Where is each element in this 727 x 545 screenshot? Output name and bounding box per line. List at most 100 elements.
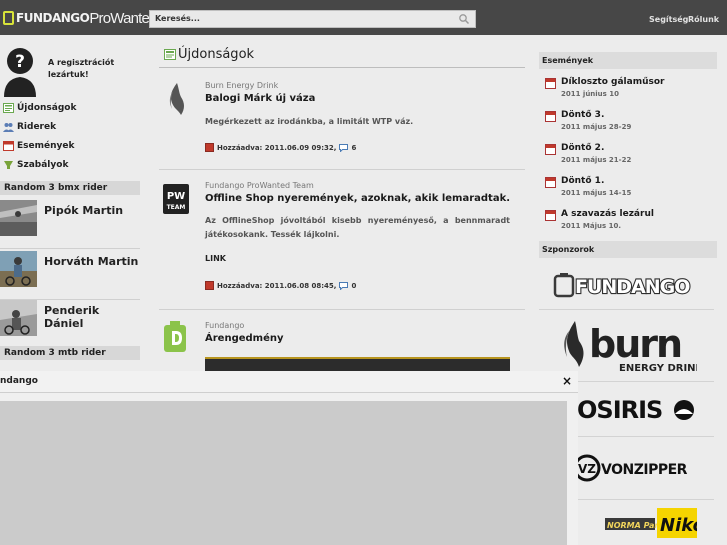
rider-item[interactable]: Penderik Dániel: [0, 300, 140, 349]
event-title[interactable]: A szavazás lezárul: [561, 209, 654, 219]
event-date: 2011 május 28-29: [561, 123, 632, 131]
news-text: Megérkezett az irodánkba, a limitált WTP…: [205, 117, 414, 126]
sponsor-fundango[interactable]: FUNDANGO: [539, 261, 714, 310]
nav-item-rules[interactable]: Szabályok: [3, 155, 76, 174]
pw-icon-text: PW: [167, 191, 185, 202]
calendar-icon: [545, 210, 556, 221]
rider-photo: [0, 251, 37, 287]
news-link[interactable]: LINK: [205, 254, 226, 263]
event-item[interactable]: Döntő 2. 2011 május 21-22: [545, 143, 710, 173]
calendar-icon: [545, 144, 556, 155]
top-bar: FUNDANGO ProWanted Keresés... Segítség R…: [0, 0, 727, 35]
svg-text:VZ: VZ: [578, 462, 596, 476]
event-title[interactable]: Döntő 1.: [561, 176, 604, 186]
calendar-icon: [545, 78, 556, 89]
event-date: 2011 május 21-22: [561, 156, 632, 164]
close-icon[interactable]: ×: [562, 374, 572, 388]
burn-logo-subtext: ENERGY DRINK: [619, 363, 697, 374]
modal-window: ndango ×: [0, 371, 578, 545]
nav-item-events[interactable]: Események: [3, 136, 76, 155]
mtb-riders-header: Random 3 mtb rider: [0, 346, 140, 360]
registration-notice: ? A regisztrációt lezártuk!: [0, 42, 140, 102]
event-item[interactable]: A szavazás lezárul 2011 Május 10.: [545, 209, 710, 239]
calendar-icon: [545, 177, 556, 188]
main-content: Újdonságok Burn Energy Drink Balogi Márk…: [149, 35, 529, 375]
events-header: Események: [539, 52, 717, 69]
news-item: Burn Energy Drink Balogi Márk új váza Me…: [159, 81, 525, 181]
search-icon[interactable]: [458, 13, 470, 25]
sponsors-header: Szponzorok: [539, 241, 717, 258]
burn-energy-drink-logo: burn ENERGY DRINK: [563, 320, 697, 374]
comment-count[interactable]: 0: [351, 282, 356, 290]
news-date: Hozzáadva: 2011.06.08 08:45,: [217, 281, 337, 290]
event-title[interactable]: Döntő 3.: [561, 110, 604, 120]
nav-item-news[interactable]: Újdonságok: [3, 98, 76, 117]
fundango-prowanted-logo[interactable]: FUNDANGO ProWanted: [3, 9, 157, 27]
about-link[interactable]: Rólunk: [688, 15, 719, 24]
rider-name[interactable]: Pipók Martin: [44, 204, 123, 217]
event-title[interactable]: Díkloszto gálaműsor: [561, 77, 664, 87]
news-meta: Hozzáadva: 2011.06.08 08:45, 0: [205, 281, 356, 290]
users-icon: [3, 122, 14, 132]
event-item[interactable]: Díkloszto gálaműsor 2011 június 10: [545, 77, 710, 107]
event-item[interactable]: Döntő 1. 2011 május 14-15: [545, 176, 710, 206]
rider-name[interactable]: Horváth Martin: [44, 255, 138, 268]
news-item: PW TEAM Fundango ProWanted Team Offline …: [159, 181, 525, 311]
rider-item[interactable]: Pipók Martin: [0, 200, 140, 249]
rider-photo: [0, 300, 37, 336]
help-link[interactable]: Segítség: [649, 15, 688, 24]
news-text: Az OfflineShop jóvoltából kisebb nyeremé…: [205, 216, 510, 239]
news-icon: [164, 49, 176, 60]
news-meta: Hozzáadva: 2011.06.09 09:32, 6: [205, 143, 356, 152]
logo-bold-text: FUNDANGO: [16, 11, 90, 25]
news-title[interactable]: Balogi Márk új váza: [205, 93, 315, 104]
date-icon: [205, 143, 214, 152]
search-placeholder: Keresés...: [155, 14, 200, 23]
divider: [159, 67, 525, 68]
burn-logo-text: burn: [589, 322, 681, 366]
modal-title: ndango: [0, 376, 38, 386]
nav-label-events: Események: [17, 140, 75, 151]
registration-message: A regisztrációt lezártuk!: [48, 58, 115, 79]
nav-item-riders[interactable]: Riderek: [3, 117, 76, 136]
news-source: Burn Energy Drink: [205, 81, 279, 90]
event-date: 2011 június 10: [561, 90, 620, 98]
fundango-logo-icon: [3, 11, 14, 25]
event-date: 2011 Május 10.: [561, 222, 621, 230]
comment-count[interactable]: 6: [351, 144, 356, 152]
event-item[interactable]: Döntő 3. 2011 május 28-29: [545, 110, 710, 140]
date-icon: [205, 281, 214, 290]
nav-label-riders: Riderek: [17, 121, 57, 132]
calendar-icon: [545, 111, 556, 122]
rules-icon: [4, 160, 13, 169]
nav-label-news: Újdonságok: [17, 102, 77, 113]
fundango-d-icon: [164, 321, 186, 352]
vonzipper-logo-text: VONZIPPER: [601, 462, 688, 478]
user-question-icon: ?: [4, 48, 36, 97]
news-title[interactable]: Offline Shop nyeremények, azoknak, akik …: [205, 193, 510, 204]
fundango-logo: FUNDANGO: [553, 273, 692, 298]
bmx-riders-header: Random 3 bmx rider: [0, 181, 140, 195]
news-title[interactable]: Árengedmény: [205, 333, 284, 344]
rider-item[interactable]: Horváth Martin: [0, 251, 140, 300]
osiris-logo-text: OSIRIS: [577, 396, 662, 424]
search-input[interactable]: Keresés...: [149, 10, 476, 28]
fundango-logo-text: FUNDANGO: [575, 276, 690, 298]
nikon-logo-text: Nikon: [660, 515, 697, 536]
svg-text:?: ?: [15, 52, 25, 72]
rider-photo: [0, 200, 37, 236]
logo-thin-text: ProWanted: [89, 9, 157, 27]
comment-icon[interactable]: [339, 281, 349, 290]
event-date: 2011 május 14-15: [561, 189, 632, 197]
news-icon: [3, 102, 14, 113]
rider-name[interactable]: Penderik Dániel: [44, 304, 140, 330]
event-title[interactable]: Döntő 2.: [561, 143, 604, 153]
calendar-icon: [3, 140, 14, 151]
page-title-text: Újdonságok: [178, 47, 255, 62]
modal-body: [0, 393, 578, 545]
news-source: Fundango: [205, 321, 245, 330]
nav-label-rules: Szabályok: [17, 159, 69, 170]
comment-icon[interactable]: [339, 143, 349, 152]
team-icon-text: TEAM: [167, 204, 186, 211]
page-title: Újdonságok: [164, 47, 254, 62]
